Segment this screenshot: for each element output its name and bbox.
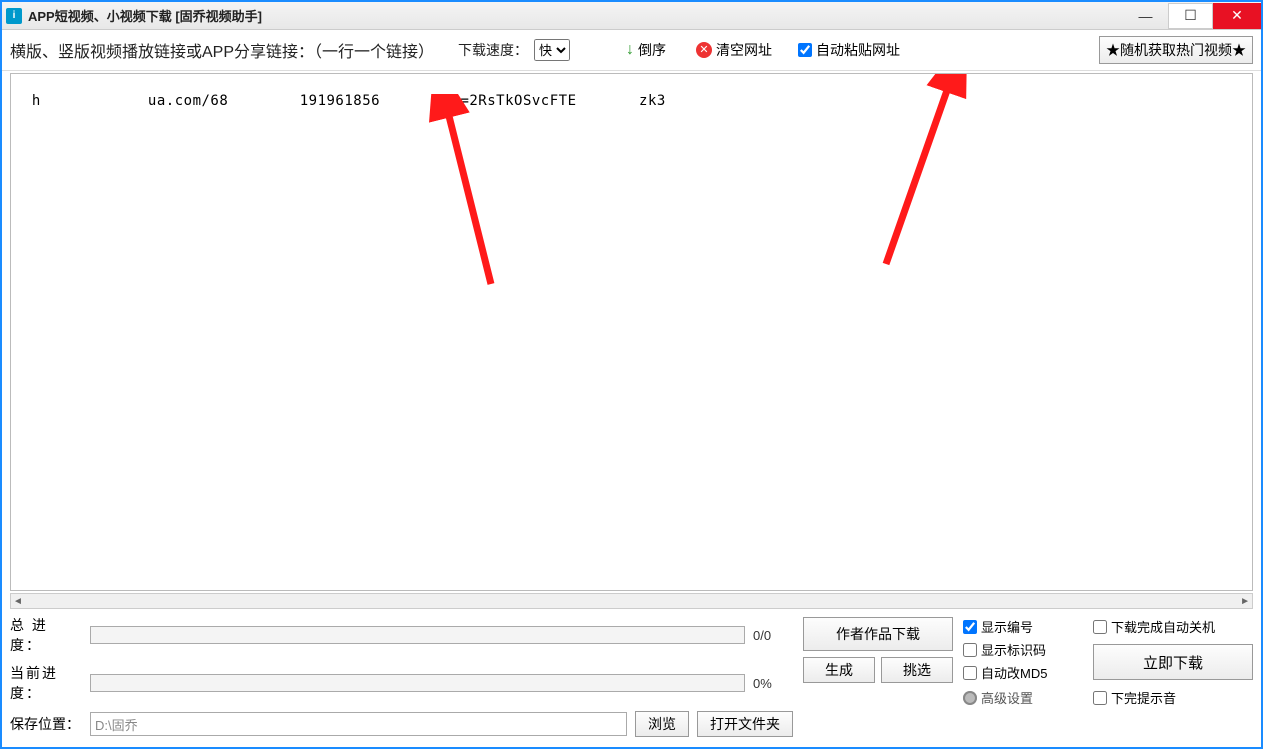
url-line: h ua.com/68 191961856 ag=2RsTkOSvcFTE zk… [32, 93, 666, 109]
generate-button[interactable]: 生成 [803, 657, 875, 683]
auto-md5-label: 自动改MD5 [981, 663, 1047, 682]
reverse-button[interactable]: ↓ 倒序 [622, 38, 670, 62]
close-circle-icon: ✕ [696, 42, 712, 58]
show-id-checkbox[interactable]: 显示标识码 [963, 640, 1083, 659]
show-id-input[interactable] [963, 643, 977, 657]
done-sound-input[interactable] [1093, 691, 1107, 705]
auto-md5-checkbox[interactable]: 自动改MD5 [963, 663, 1083, 682]
show-id-label: 显示标识码 [981, 640, 1046, 659]
advanced-label: 高级设置 [981, 688, 1033, 707]
advanced-settings-button[interactable]: 高级设置 [963, 688, 1083, 707]
toolbar: 横版、竖版视频播放链接或APP分享链接：（一行一个链接） 下载速度： 快 ↓ 倒… [2, 30, 1261, 71]
scroll-left-icon: ◄ [13, 596, 23, 607]
progress-column: 总 进 度： 0/0 当前进度： 0% 保存位置： 浏览 打开文件夹 [10, 615, 793, 737]
maximize-button[interactable]: ☐ [1168, 3, 1213, 29]
title-bar: i APP短视频、小视频下载 [固乔视频助手] — ☐ ✕ [2, 2, 1261, 30]
minimize-button[interactable]: — [1123, 3, 1168, 29]
annotation-arrow-icon [866, 74, 1006, 274]
app-icon: i [6, 8, 22, 24]
autopaste-checkbox[interactable]: 自动粘贴网址 [794, 38, 904, 62]
total-progress-row: 总 进 度： 0/0 [10, 615, 793, 655]
window-title: APP短视频、小视频下载 [固乔视频助手] [28, 6, 262, 25]
save-label: 保存位置： [10, 714, 82, 734]
auto-shutdown-input[interactable] [1093, 620, 1107, 634]
clear-url-button[interactable]: ✕ 清空网址 [692, 38, 776, 62]
auto-md5-input[interactable] [963, 666, 977, 680]
show-index-input[interactable] [963, 620, 977, 634]
horizontal-scrollbar[interactable]: ◄ ► [10, 593, 1253, 609]
save-row: 保存位置： 浏览 打开文件夹 [10, 711, 793, 737]
author-download-button[interactable]: 作者作品下载 [803, 617, 953, 651]
current-progress-label: 当前进度： [10, 663, 82, 703]
gear-icon [963, 691, 977, 705]
speed-label: 下载速度： [458, 40, 528, 60]
total-progress-bar [90, 626, 745, 644]
auto-shutdown-label: 下载完成自动关机 [1111, 617, 1215, 636]
total-progress-text: 0/0 [753, 628, 793, 643]
done-sound-checkbox[interactable]: 下完提示音 [1093, 688, 1253, 707]
open-folder-button[interactable]: 打开文件夹 [697, 711, 793, 737]
url-textarea[interactable]: h ua.com/68 191961856 ag=2RsTkOSvcFTE zk… [10, 73, 1253, 591]
close-button[interactable]: ✕ [1213, 3, 1261, 29]
browse-button[interactable]: 浏览 [635, 711, 689, 737]
options-column: 显示编号 显示标识码 自动改MD5 高级设置 [963, 615, 1083, 737]
done-sound-label: 下完提示音 [1111, 688, 1176, 707]
current-progress-text: 0% [753, 676, 793, 691]
reverse-label: 倒序 [638, 40, 666, 60]
clear-label: 清空网址 [716, 40, 772, 60]
autopaste-label: 自动粘贴网址 [816, 40, 900, 60]
speed-select[interactable]: 快 [534, 39, 570, 61]
arrow-down-icon: ↓ [626, 41, 634, 59]
random-hot-button[interactable]: ★随机获取热门视频★ [1099, 36, 1253, 64]
show-index-checkbox[interactable]: 显示编号 [963, 617, 1083, 636]
total-progress-label: 总 进 度： [10, 615, 82, 655]
instruction-label: 横版、竖版视频播放链接或APP分享链接：（一行一个链接） [10, 38, 434, 62]
scroll-right-icon: ► [1240, 596, 1250, 607]
annotation-arrow-icon [391, 94, 511, 294]
auto-shutdown-checkbox[interactable]: 下载完成自动关机 [1093, 617, 1253, 636]
download-now-button[interactable]: 立即下载 [1093, 644, 1253, 680]
current-progress-row: 当前进度： 0% [10, 663, 793, 703]
right-column: 下载完成自动关机 立即下载 下完提示音 [1093, 615, 1253, 737]
show-index-label: 显示编号 [981, 617, 1033, 636]
save-path-input[interactable] [90, 712, 627, 736]
gen-pick-row: 生成 挑选 [803, 657, 953, 683]
autopaste-input[interactable] [798, 43, 812, 57]
pick-button[interactable]: 挑选 [881, 657, 953, 683]
bottom-panel: 总 进 度： 0/0 当前进度： 0% 保存位置： 浏览 打开文件夹 作者作品下… [2, 609, 1261, 747]
current-progress-bar [90, 674, 745, 692]
window-controls: — ☐ ✕ [1123, 3, 1261, 29]
mid-column: 作者作品下载 生成 挑选 [803, 615, 953, 737]
